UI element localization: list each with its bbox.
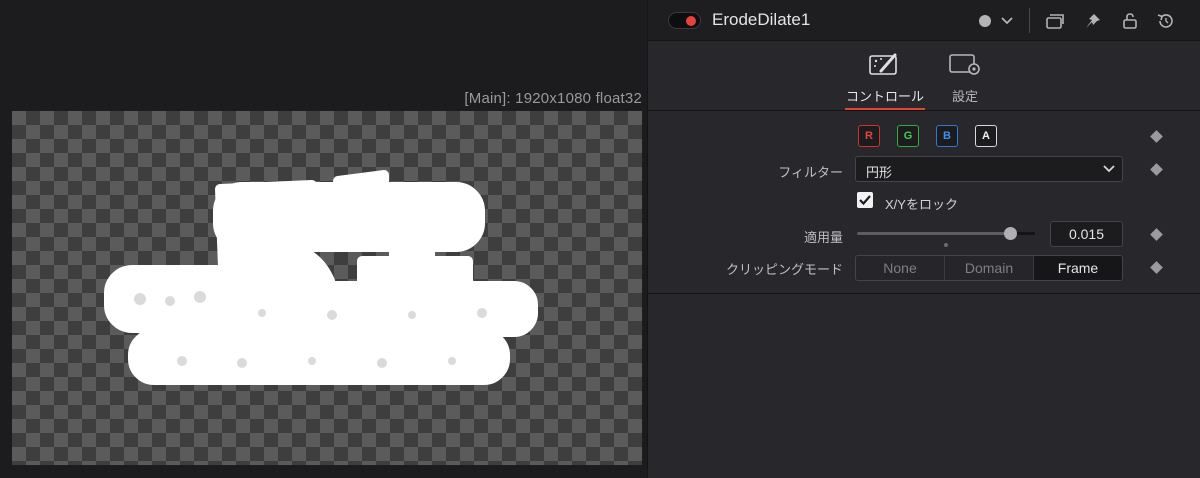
filter-label: フィルター [778, 165, 843, 180]
keyframe-diamond-icon[interactable] [1150, 163, 1163, 176]
controls-panel: R G B A フィルター 円形 X/Yをロック 適用量 0.015 クリッピン… [648, 111, 1200, 294]
tab-controls[interactable]: コントロール [840, 51, 930, 111]
viewer-panel: [Main]: 1920x1080 float32 [0, 0, 646, 478]
amount-label: 適用量 [803, 230, 843, 245]
keyframe-diamond-icon[interactable] [1150, 130, 1163, 143]
viewer-resolution-info: [Main]: 1920x1080 float32 [464, 90, 642, 107]
inspector-tabs: コントロール 設定 [648, 41, 1200, 111]
header-separator [1029, 8, 1030, 33]
reset-icon[interactable] [1156, 11, 1176, 31]
clipping-frame-button[interactable]: Frame [1034, 256, 1122, 280]
lock-xy-label: X/Yをロック [885, 197, 958, 212]
channel-g-toggle[interactable]: G [897, 125, 919, 147]
clipping-mode-label: クリッピングモード [725, 262, 843, 277]
version-dot-icon[interactable] [975, 11, 995, 31]
lock-xy-checkbox[interactable] [857, 192, 873, 208]
keyframe-diamond-icon[interactable] [1150, 261, 1163, 274]
amount-input[interactable]: 0.015 [1050, 221, 1123, 247]
clipping-mode-selector: None Domain Frame [855, 255, 1123, 281]
node-enable-toggle[interactable] [668, 12, 701, 29]
inspector-header: ErodeDilate1 [648, 0, 1200, 41]
controls-wand-icon [869, 53, 897, 75]
amount-slider-fill [857, 232, 1011, 235]
slider-default-marker [944, 243, 948, 247]
channel-a-toggle[interactable]: A [975, 125, 997, 147]
viewer-canvas[interactable] [12, 111, 642, 465]
checkmark-icon [859, 195, 871, 206]
tab-settings[interactable]: 設定 [920, 51, 1010, 111]
lock-icon[interactable] [1120, 11, 1140, 31]
versions-icon[interactable] [1045, 11, 1065, 31]
pin-icon[interactable] [1083, 11, 1103, 31]
chevron-down-icon [1102, 162, 1116, 181]
active-tab-indicator [845, 108, 925, 110]
chevron-down-icon[interactable] [997, 11, 1017, 31]
clipping-domain-button[interactable]: Domain [945, 256, 1034, 280]
keyframe-diamond-icon[interactable] [1150, 228, 1163, 241]
filter-value: 円形 [866, 165, 893, 180]
settings-gear-icon [949, 54, 980, 75]
clipping-none-button[interactable]: None [856, 256, 945, 280]
inspector-panel: ErodeDilate1 コントロール 設定 R G B A フィルター 円形 … [647, 0, 1200, 478]
channel-b-toggle[interactable]: B [936, 125, 958, 147]
channel-r-toggle[interactable]: R [858, 125, 880, 147]
node-title: ErodeDilate1 [712, 10, 811, 29]
tab-settings-label: 設定 [951, 89, 978, 104]
filter-dropdown[interactable]: 円形 [855, 156, 1123, 182]
tab-controls-label: コントロール [845, 89, 924, 104]
amount-slider-handle[interactable] [1003, 227, 1017, 240]
node-enable-dot [686, 16, 696, 26]
dilated-text-image [104, 170, 538, 385]
